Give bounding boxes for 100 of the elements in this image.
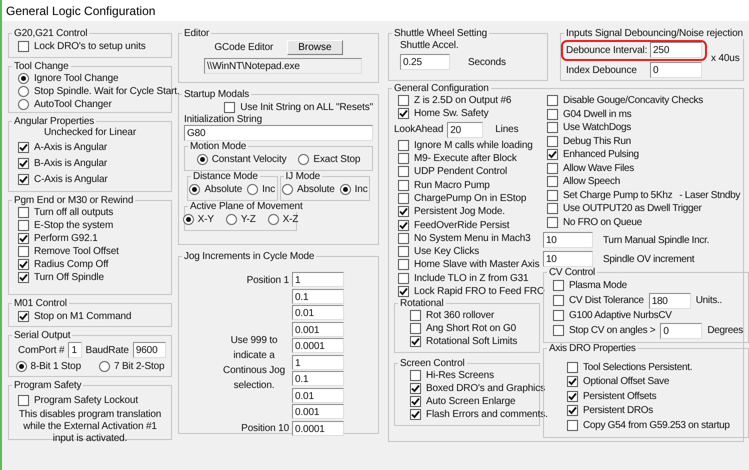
input-field[interactable]: 10 [543, 232, 593, 248]
input-field[interactable]: 0 [650, 62, 702, 78]
radio-label[interactable]: X-Z [282, 214, 298, 224]
checkbox[interactable] [18, 394, 29, 406]
input-field[interactable]: 0.0001 [292, 420, 344, 436]
checkbox[interactable] [553, 325, 564, 336]
checkbox[interactable] [547, 149, 558, 160]
checkbox-label[interactable]: C-Axis is Angular [34, 174, 108, 184]
checkbox[interactable] [398, 232, 409, 244]
checkbox-label[interactable]: Perform G92.1 [34, 233, 98, 244]
checkbox[interactable] [567, 362, 578, 373]
checkbox-label[interactable]: Turn Off Spindle [34, 272, 104, 283]
input-field[interactable]: 250 [650, 42, 702, 58]
checkbox[interactable] [547, 216, 558, 228]
checkbox-label[interactable]: Use Init String on ALL "Resets" [240, 102, 373, 112]
input-field[interactable]: 0.1 [292, 288, 344, 304]
checkbox-label[interactable]: Program Safety Lockout [34, 394, 138, 406]
checkbox[interactable] [547, 108, 558, 120]
path-field[interactable]: \\WinNT\Notepad.exe [204, 58, 362, 74]
checkbox[interactable] [410, 370, 421, 382]
checkbox-label[interactable]: Enhanced Pulsing [563, 149, 639, 160]
checkbox-label[interactable]: B-Axis is Angular [34, 158, 108, 168]
radio-button[interactable] [282, 184, 293, 194]
radio-button[interactable] [99, 361, 110, 372]
radio-label[interactable]: Absolute [204, 184, 242, 194]
checkbox-label[interactable]: Stop on M1 Command [34, 310, 132, 322]
checkbox-label[interactable]: Remove Tool Offset [34, 246, 119, 257]
checkbox-label[interactable]: Rot 360 rollover [426, 310, 494, 322]
checkbox[interactable] [547, 136, 558, 147]
checkbox-label[interactable]: Persistent Offsets [583, 390, 656, 402]
radio-button[interactable] [18, 99, 29, 110]
input-field[interactable]: 0.0001 [292, 338, 344, 353]
checkbox-label[interactable]: Auto Screen Enlarge [426, 396, 516, 408]
checkbox-label[interactable]: No FRO on Queue [563, 216, 642, 228]
checkbox-label[interactable]: A-Axis is Angular [34, 142, 108, 152]
input-field[interactable]: 0.001 [292, 322, 344, 336]
checkbox[interactable] [398, 153, 409, 164]
input-field[interactable]: 9600 [132, 342, 166, 358]
checkbox-label[interactable]: Ang Short Rot on G0 [426, 323, 516, 334]
checkbox[interactable] [18, 142, 29, 152]
checkbox[interactable] [18, 220, 29, 231]
radio-label[interactable]: Inc [262, 184, 276, 194]
checkbox[interactable] [567, 420, 578, 431]
input-field[interactable]: 0 [660, 322, 702, 338]
checkbox-label[interactable]: Stop CV on angles > [569, 325, 656, 336]
radio-button[interactable] [18, 73, 29, 84]
radio-label[interactable]: X-Y [198, 214, 214, 224]
checkbox-label[interactable]: M9- Execute after Block [414, 153, 517, 164]
checkbox[interactable] [18, 310, 29, 322]
checkbox[interactable] [410, 310, 421, 322]
checkbox[interactable] [410, 396, 421, 408]
checkbox[interactable] [18, 40, 29, 52]
checkbox-label[interactable]: Rotational Soft Limits [426, 336, 518, 348]
checkbox-label[interactable]: Use Key Clicks [414, 246, 480, 258]
checkbox[interactable] [18, 272, 29, 283]
radio-button[interactable] [298, 154, 310, 164]
checkbox[interactable] [18, 246, 29, 257]
checkbox[interactable] [398, 180, 409, 191]
checkbox[interactable] [553, 310, 564, 321]
input-field[interactable]: 0.1 [292, 371, 344, 386]
radio-label[interactable]: 8-Bit 1 Stop [30, 361, 81, 372]
input-field[interactable]: 1 [292, 354, 344, 370]
checkbox-label[interactable]: Plasma Mode [569, 280, 627, 291]
checkbox-label[interactable]: Persistent DROs [583, 405, 653, 416]
radio-button[interactable] [340, 184, 351, 194]
checkbox-label[interactable]: E-Stop the system [34, 220, 114, 231]
checkbox[interactable] [18, 158, 29, 168]
input-field[interactable]: 10 [543, 251, 593, 267]
checkbox-label[interactable]: Radius Comp Off [34, 259, 108, 270]
checkbox[interactable] [18, 233, 29, 244]
checkbox-label[interactable]: Boxed DRO's and Graphics [426, 383, 545, 394]
checkbox[interactable] [553, 295, 564, 306]
radio-button[interactable] [226, 214, 237, 224]
checkbox-label[interactable]: Set Charge Pump to 5Khz [563, 190, 672, 201]
radio-button[interactable] [268, 214, 279, 224]
radio-label[interactable]: Absolute [296, 184, 335, 194]
radio-button[interactable] [196, 154, 208, 164]
checkbox[interactable] [18, 259, 29, 270]
input-field[interactable]: 20 [447, 122, 484, 138]
checkbox-label[interactable]: Debug This Run [563, 136, 631, 147]
checkbox-label[interactable]: Turn off all outputs [34, 207, 114, 218]
checkbox-label[interactable]: Ignore M calls while loading [414, 140, 533, 151]
radio-button[interactable] [189, 184, 200, 194]
radio-label[interactable]: Inc [354, 184, 368, 194]
radio-label[interactable]: Y-Z [240, 214, 256, 224]
checkbox[interactable] [398, 259, 409, 270]
checkbox[interactable] [398, 95, 409, 106]
checkbox-label[interactable]: Copy G54 from G59.253 on startup [583, 420, 730, 431]
input-field[interactable]: 180 [648, 292, 691, 308]
checkbox-label[interactable]: Use OUTPUT20 as Dwell Trigger [563, 203, 702, 214]
radio-label[interactable]: Ignore Tool Change [34, 73, 118, 84]
radio-label[interactable]: 7 Bit 2-Stop [114, 361, 164, 372]
checkbox-label[interactable]: Allow Wave Files [563, 162, 634, 174]
checkbox-label[interactable]: Allow Speech [563, 176, 620, 188]
checkbox-label[interactable]: UDP Pendent Control [414, 166, 508, 178]
checkbox[interactable] [410, 323, 421, 334]
checkbox[interactable] [398, 246, 409, 258]
checkbox-label[interactable]: Tool Selections Persistent. [583, 362, 692, 373]
checkbox[interactable] [398, 206, 409, 218]
checkbox-label[interactable]: Flash Errors and comments. [426, 409, 548, 420]
